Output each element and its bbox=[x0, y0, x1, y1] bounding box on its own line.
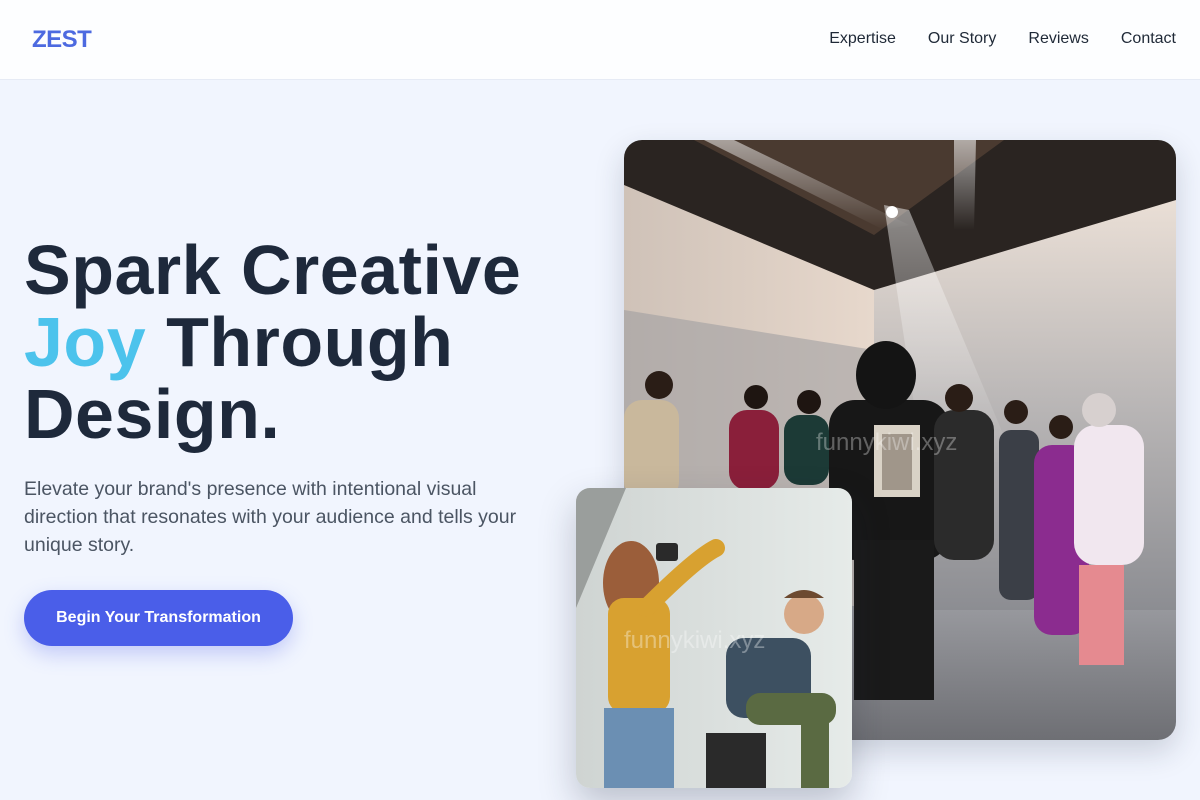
begin-transformation-button[interactable]: Begin Your Transformation bbox=[24, 590, 293, 646]
nav-link-contact[interactable]: Contact bbox=[1121, 30, 1176, 48]
hero-title-line2: Through bbox=[146, 303, 454, 381]
hero-title: Spark Creative Joy Through Design. bbox=[24, 234, 584, 450]
hero-title-line1: Spark Creative bbox=[24, 231, 522, 309]
main-photo-watermark: funnykiwi.xyz bbox=[816, 429, 957, 456]
nav-link-expertise[interactable]: Expertise bbox=[829, 30, 896, 48]
nav-link-our-story[interactable]: Our Story bbox=[928, 30, 996, 48]
site-header: ZEST Expertise Our Story Reviews Contact bbox=[0, 0, 1200, 80]
hero-title-line3: Design. bbox=[24, 375, 281, 453]
hero-title-accent: Joy bbox=[24, 303, 147, 381]
hero-subtitle: Elevate your brand's presence with inten… bbox=[24, 478, 517, 556]
main-nav: Expertise Our Story Reviews Contact bbox=[829, 30, 1176, 48]
nav-link-reviews[interactable]: Reviews bbox=[1028, 30, 1088, 48]
small-photo-watermark: funnykiwi.xyz bbox=[624, 627, 765, 654]
logo[interactable]: ZEST bbox=[32, 26, 92, 54]
photographer-photo: funnykiwi.xyz bbox=[576, 488, 852, 788]
